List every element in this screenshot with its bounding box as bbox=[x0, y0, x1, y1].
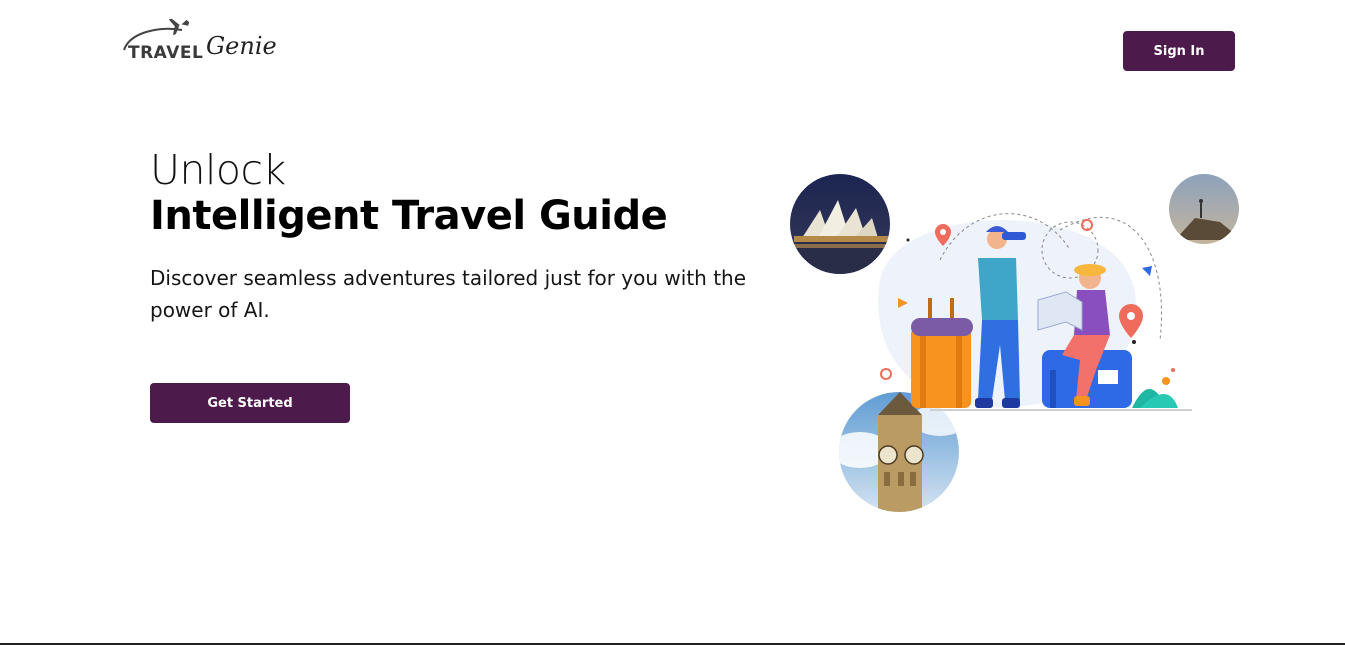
hero-heading-line2: Intelligent Travel Guide bbox=[150, 193, 668, 239]
travel-illustration bbox=[790, 174, 1239, 512]
mountain-summit-photo bbox=[1169, 174, 1239, 244]
hero-subtitle: Discover seamless adventures tailored ju… bbox=[150, 266, 747, 322]
logo-word-genie: Genie bbox=[206, 32, 277, 60]
sydney-opera-house-photo bbox=[790, 174, 890, 274]
sign-in-button[interactable]: Sign In bbox=[1123, 31, 1235, 71]
hero-heading-line1: Unlock bbox=[150, 146, 286, 194]
landing-page: TRAVEL Genie Sign In Unlock Intelligent … bbox=[0, 0, 1345, 645]
logo-word-travel: TRAVEL bbox=[128, 43, 204, 63]
get-started-button[interactable]: Get Started bbox=[150, 383, 350, 423]
travel-genie-logo[interactable]: TRAVEL Genie bbox=[120, 14, 277, 80]
